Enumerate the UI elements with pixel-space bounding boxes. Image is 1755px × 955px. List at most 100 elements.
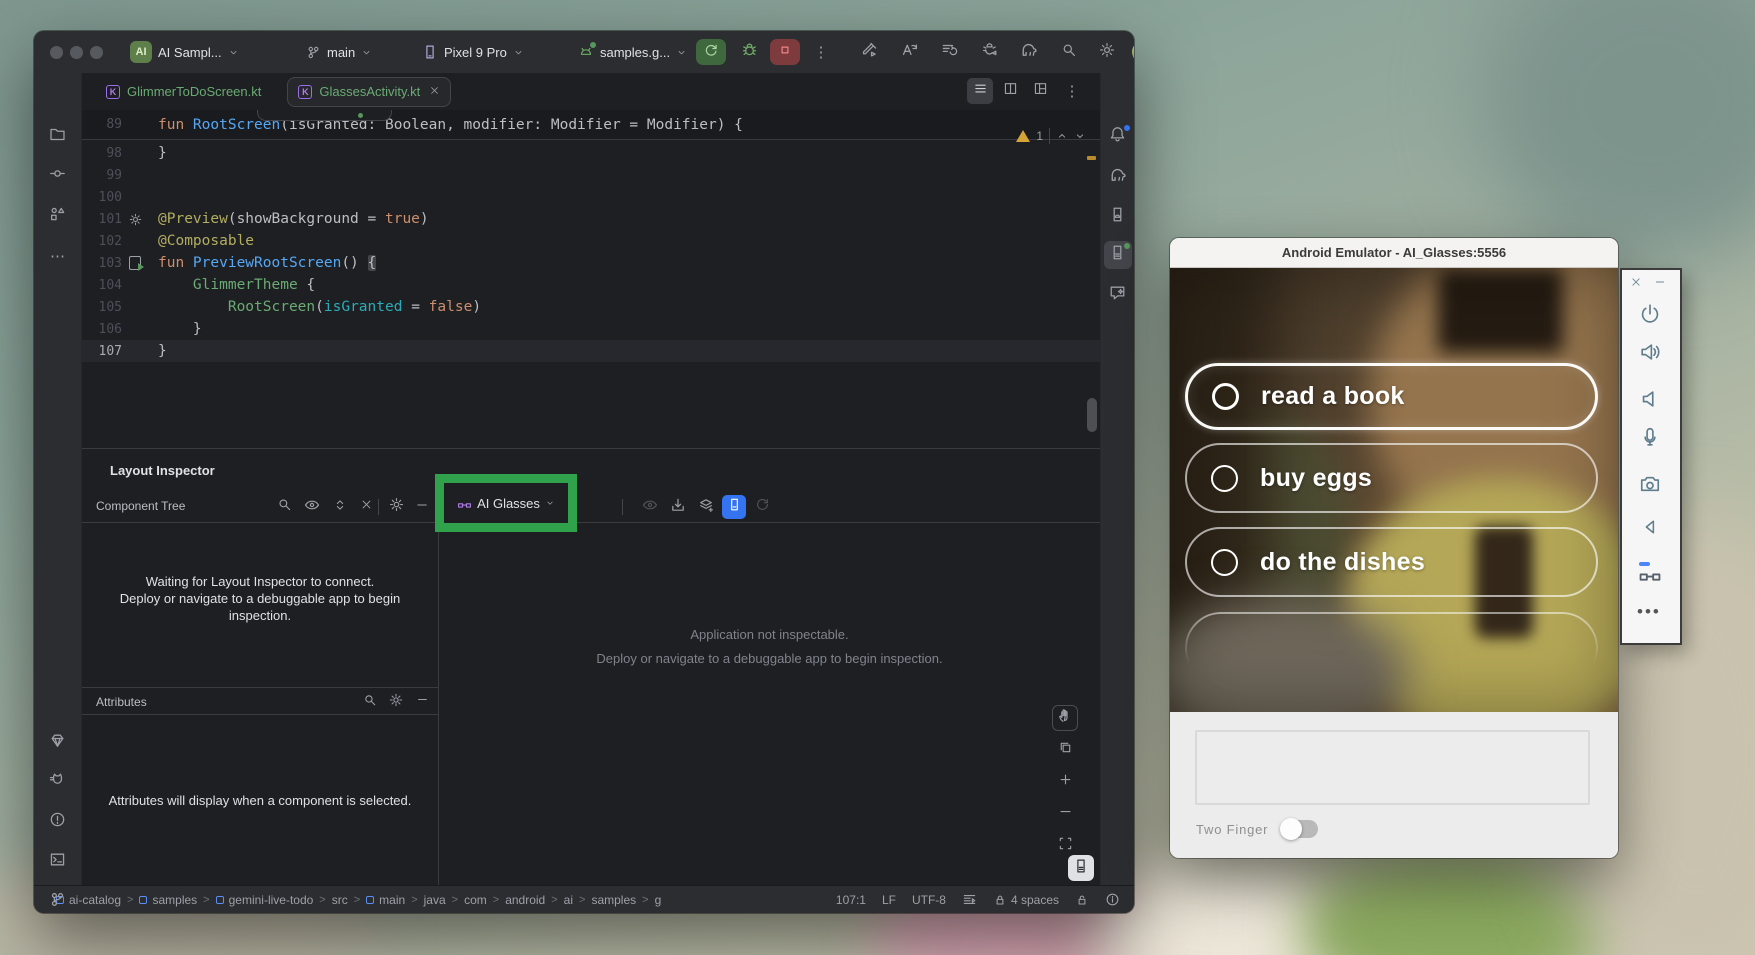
layout-inspector-toggle-button[interactable] <box>1068 855 1094 881</box>
emulator-close-button[interactable] <box>1630 275 1642 293</box>
collapse-all-button[interactable] <box>354 495 378 519</box>
microphone-button[interactable] <box>1637 426 1663 452</box>
tree-visibility-button[interactable] <box>300 495 324 519</box>
info-icon[interactable] <box>1105 892 1120 907</box>
close-window-button[interactable] <box>50 46 63 59</box>
previous-problem-button[interactable] <box>1056 130 1068 142</box>
running-devices-tool-button[interactable] <box>1104 241 1132 269</box>
gradle-tool-button[interactable] <box>1104 163 1132 191</box>
emulator-minimize-button[interactable] <box>1654 275 1666 293</box>
ai-glasses-button[interactable] <box>1637 563 1663 589</box>
todo-item[interactable]: buy eggs <box>1185 443 1598 513</box>
breadcrumb-item[interactable]: com <box>464 893 487 907</box>
device-manager-tool-button[interactable] <box>1104 203 1132 231</box>
terminal-tool-button[interactable] <box>44 848 72 876</box>
toggle-deep-inspect-button[interactable] <box>722 495 746 519</box>
editor-layout-button[interactable] <box>1027 78 1053 104</box>
close-tab-icon[interactable] <box>429 84 440 99</box>
emulator-title-bar[interactable]: Android Emulator - AI_Glasses:5556 <box>1170 238 1618 268</box>
two-finger-toggle[interactable] <box>1282 820 1318 838</box>
tab-glassesactivity[interactable]: K GlassesActivity.kt <box>287 77 451 107</box>
code-line[interactable]: 100 <box>82 186 1100 208</box>
tree-settings-button[interactable] <box>384 495 408 519</box>
code-line[interactable]: 102@Composable <box>82 230 1100 252</box>
gradle-sync-button[interactable] <box>1014 39 1044 65</box>
caret-position[interactable]: 107:1 <box>836 893 866 907</box>
more-actions-button[interactable]: ⋮ <box>806 39 836 65</box>
hide-tree-button[interactable] <box>410 495 434 519</box>
inspector-visibility-button[interactable] <box>638 495 662 519</box>
split-editor-button[interactable] <box>997 78 1023 104</box>
breadcrumb[interactable]: ai-catalog>samples>gemini-live-todo>src>… <box>56 893 661 907</box>
todo-item-partial[interactable] <box>1185 612 1598 684</box>
layer-mode-button[interactable] <box>1052 737 1078 763</box>
run-preview-gutter-icon[interactable] <box>122 256 148 270</box>
breadcrumb-item[interactable]: main <box>366 893 405 907</box>
breadcrumb-item[interactable]: g <box>655 893 662 907</box>
editor-options-button[interactable]: ⋮ <box>1059 78 1085 104</box>
profiler-tool-button[interactable] <box>44 768 72 796</box>
todo-item[interactable]: do the dishes <box>1185 527 1598 597</box>
process-picker-highlight[interactable]: AI Glasses <box>435 474 577 532</box>
search-everywhere-button[interactable] <box>1054 39 1084 65</box>
project-widget[interactable]: AI AI Sampl... <box>130 31 239 73</box>
run-configuration-selector[interactable]: samples.g... <box>578 31 687 73</box>
editor-list-view-button[interactable] <box>967 78 993 104</box>
apply-code-changes-button[interactable] <box>934 39 964 65</box>
back-button[interactable] <box>1637 516 1663 542</box>
file-writable-icon[interactable] <box>1075 893 1089 907</box>
line-separator[interactable]: LF <box>882 893 896 907</box>
refresh-button[interactable] <box>750 495 774 519</box>
zoom-in-button[interactable] <box>1052 769 1078 795</box>
code-line[interactable]: 105 RootScreen(isGranted = false) <box>82 296 1100 318</box>
power-button[interactable] <box>1637 303 1663 329</box>
breadcrumb-item[interactable]: java <box>424 893 446 907</box>
apply-changes-button[interactable] <box>894 39 924 65</box>
sticky-code-line[interactable]: 89fun RootScreen(isGranted: Boolean, mod… <box>82 110 1100 140</box>
breadcrumb-item[interactable]: samples <box>139 893 197 907</box>
emulator-screen[interactable]: read a book buy eggs do the dishes <box>1170 268 1618 712</box>
todo-checkbox[interactable] <box>1211 465 1238 492</box>
breadcrumb-item[interactable]: ai <box>564 893 573 907</box>
project-tool-button[interactable] <box>44 123 72 151</box>
vcs-branch-widget[interactable]: main <box>306 31 372 73</box>
zoom-window-button[interactable] <box>90 46 103 59</box>
volume-down-button[interactable] <box>1637 388 1663 414</box>
todo-item[interactable]: read a book <box>1185 363 1598 430</box>
gemini-tool-button[interactable] <box>1104 281 1132 309</box>
debug-button[interactable] <box>734 39 764 65</box>
code-line[interactable]: 99 <box>82 164 1100 186</box>
commit-tool-button[interactable] <box>44 162 72 190</box>
device-selector[interactable]: Pixel 9 Pro <box>422 31 524 73</box>
more-tool-windows-button[interactable]: ⋯ <box>44 242 72 270</box>
todo-checkbox[interactable] <box>1212 383 1239 410</box>
tree-search-button[interactable] <box>272 495 296 519</box>
code-line[interactable]: 107} <box>82 340 1100 362</box>
layers-button[interactable] <box>694 495 718 519</box>
code-line[interactable]: 89fun RootScreen(isGranted: Boolean, mod… <box>82 114 743 136</box>
settings-button[interactable] <box>1092 39 1122 65</box>
code-line[interactable]: 98} <box>82 142 1100 164</box>
build-run-button[interactable] <box>854 39 884 65</box>
more-options-button[interactable]: ••• <box>1637 602 1661 622</box>
attributes-settings-button[interactable] <box>384 690 408 714</box>
file-encoding[interactable]: UTF-8 <box>912 893 946 907</box>
attach-debugger-button[interactable] <box>974 39 1004 65</box>
breadcrumb-item[interactable]: android <box>505 893 545 907</box>
user-avatar[interactable] <box>1132 41 1134 63</box>
preview-settings-gutter-icon[interactable] <box>122 213 148 226</box>
app-quality-insights-tool-button[interactable] <box>44 729 72 757</box>
code-line[interactable]: 104 GlimmerTheme { <box>82 274 1100 296</box>
minimize-window-button[interactable] <box>70 46 83 59</box>
problems-tool-button[interactable] <box>44 808 72 836</box>
editor-scrollbar[interactable] <box>1087 398 1097 432</box>
export-snapshot-button[interactable] <box>666 495 690 519</box>
resource-manager-tool-button[interactable] <box>44 203 72 231</box>
rerun-button[interactable] <box>696 39 726 65</box>
indent-widget[interactable]: 4 spaces <box>993 893 1059 907</box>
tab-glimmertodoscreen[interactable]: K GlimmerToDoScreen.kt <box>96 77 271 107</box>
attributes-search-button[interactable] <box>358 690 382 714</box>
camera-button[interactable] <box>1637 473 1663 499</box>
zoom-out-button[interactable] <box>1052 801 1078 827</box>
next-problem-button[interactable] <box>1074 130 1086 142</box>
